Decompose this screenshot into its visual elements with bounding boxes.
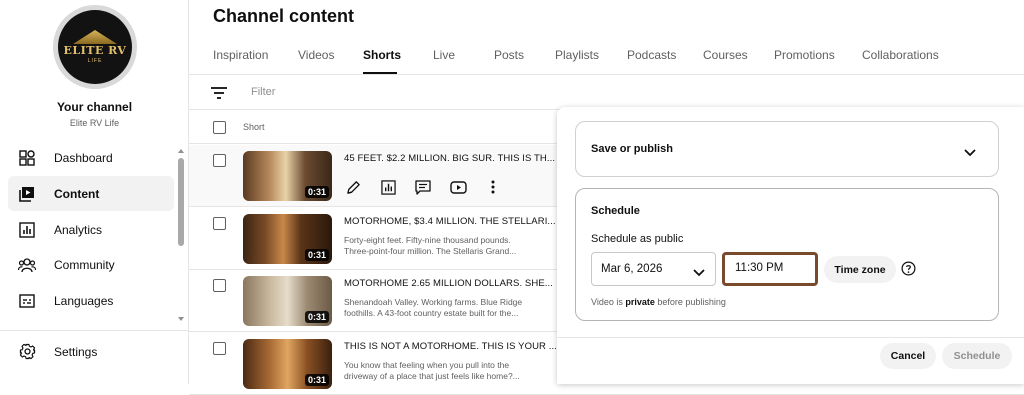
video-description-line: Shenandoah Valley. Working farms. Blue R… — [344, 297, 523, 307]
select-all-checkbox[interactable] — [213, 121, 226, 134]
logo-text: ELITE RV — [63, 44, 127, 57]
channel-avatar[interactable]: ELITE RV LIFE — [53, 5, 137, 89]
dashboard-icon — [18, 149, 36, 167]
tab-playlists[interactable]: Playlists — [555, 40, 627, 74]
sidebar-item-label: Analytics — [54, 222, 103, 237]
row-actions — [344, 178, 519, 196]
tab-collaborations[interactable]: Collaborations — [862, 40, 962, 74]
save-or-publish-section[interactable]: Save or publish — [575, 121, 999, 177]
chevron-down-icon — [693, 264, 705, 282]
tab-live[interactable]: Live — [433, 40, 494, 74]
logo-roof-icon — [73, 30, 117, 44]
tab-shorts[interactable]: Shorts — [363, 40, 401, 74]
visibility-panel: Save or publish Schedule Schedule as pub… — [557, 107, 1024, 384]
cancel-button[interactable]: Cancel — [880, 343, 936, 369]
sidebar-item-dashboard[interactable]: Dashboard — [8, 140, 174, 175]
video-thumbnail[interactable]: 0:31 — [243, 276, 332, 326]
note-private: private — [625, 297, 655, 307]
filter-input[interactable]: Filter — [251, 86, 275, 98]
tab-promotions[interactable]: Promotions — [774, 40, 862, 74]
video-description: Forty-eight feet. Fifty-nine thousand po… — [344, 235, 516, 257]
analytics-icon — [18, 221, 36, 239]
tab-inspiration[interactable]: Inspiration — [213, 40, 298, 74]
sidebar-item-community[interactable]: Community — [8, 247, 174, 282]
sidebar-item-label: Content — [54, 186, 100, 201]
video-description: Shenandoah Valley. Working farms. Blue R… — [344, 297, 522, 319]
filter-bar: Filter — [189, 75, 1024, 110]
video-description-line: Three-point-four million. The Stellaris … — [344, 246, 517, 256]
filter-icon[interactable] — [211, 86, 227, 100]
video-thumbnail[interactable]: 0:31 — [243, 339, 332, 389]
sidebar-scrollbar[interactable] — [178, 158, 184, 246]
video-title[interactable]: MOTORHOME, $3.4 MILLION. THE STELLARI... — [344, 216, 556, 227]
scroll-up-icon[interactable] — [178, 149, 184, 153]
analytics-icon[interactable] — [379, 178, 397, 196]
edit-pencil-icon[interactable] — [344, 178, 362, 196]
channel-name: Elite RV Life — [69, 118, 120, 128]
schedule-section: Schedule Schedule as public Mar 6, 2026 … — [575, 188, 999, 321]
video-duration: 0:31 — [304, 374, 329, 386]
date-value: Mar 6, 2026 — [601, 263, 663, 275]
schedule-title: Schedule — [591, 205, 640, 217]
sidebar-item-label: Languages — [54, 293, 114, 308]
sidebar-item-settings[interactable]: Settings — [8, 334, 174, 369]
logo-subtext: LIFE — [87, 58, 103, 64]
video-description-line: foothills. A 43-foot country estate buil… — [344, 308, 519, 318]
save-or-publish-label: Save or publish — [591, 143, 673, 155]
date-dropdown[interactable]: Mar 6, 2026 — [591, 252, 716, 286]
your-channel-label: Your channel — [56, 100, 133, 114]
video-duration: 0:31 — [304, 186, 329, 198]
sidebar-item-label: Community — [54, 257, 115, 272]
video-thumbnail[interactable]: 0:31 — [243, 214, 332, 264]
channel-logo: ELITE RV LIFE — [58, 10, 132, 84]
tab-posts[interactable]: Posts — [494, 40, 555, 74]
chevron-down-icon[interactable] — [964, 144, 976, 162]
schedule-subtitle: Schedule as public — [591, 233, 684, 245]
video-title[interactable]: THIS IS NOT A MOTORHOME. THIS IS YOUR ..… — [344, 341, 557, 352]
tab-courses[interactable]: Courses — [703, 40, 774, 74]
content-icon — [18, 185, 36, 203]
schedule-button[interactable]: Schedule — [942, 343, 1012, 369]
schedule-note: Video is private before publishing — [591, 297, 726, 307]
row-checkbox[interactable] — [213, 342, 226, 355]
video-description-line: Forty-eight feet. Fifty-nine thousand po… — [344, 235, 511, 245]
more-options-icon[interactable] — [484, 178, 502, 196]
youtube-play-icon[interactable] — [449, 178, 467, 196]
video-description: You know that feeling when you pull into… — [344, 360, 520, 382]
community-icon — [18, 256, 36, 274]
row-checkbox[interactable] — [213, 217, 226, 230]
languages-icon — [18, 292, 36, 310]
time-value: 11:30 PM — [735, 262, 784, 274]
column-header-short[interactable]: Short — [243, 122, 265, 132]
time-input[interactable]: 11:30 PM — [722, 252, 818, 286]
video-duration: 0:31 — [304, 249, 329, 261]
panel-footer-divider — [557, 337, 1024, 338]
sidebar-item-label: Dashboard — [54, 150, 113, 165]
content-tabs: Inspiration Videos Shorts Live Posts Pla… — [213, 40, 962, 74]
video-title[interactable]: MOTORHOME 2.65 MILLION DOLLARS. SHE... — [344, 278, 553, 289]
video-duration: 0:31 — [304, 311, 329, 323]
video-description-line: driveway of a place that just feels like… — [344, 371, 520, 381]
sidebar: ELITE RV LIFE Your channel Elite RV Life… — [0, 0, 189, 384]
video-description-line: You know that feeling when you pull into… — [344, 360, 510, 370]
row-checkbox[interactable] — [213, 279, 226, 292]
tab-videos[interactable]: Videos — [298, 40, 363, 74]
tab-podcasts[interactable]: Podcasts — [627, 40, 703, 74]
scroll-down-icon[interactable] — [178, 317, 184, 321]
sidebar-item-content[interactable]: Content — [8, 176, 174, 211]
row-checkbox[interactable] — [213, 154, 226, 167]
help-icon[interactable] — [901, 261, 916, 276]
note-suffix: before publishing — [654, 297, 726, 307]
sidebar-item-analytics[interactable]: Analytics — [8, 212, 174, 247]
video-thumbnail[interactable]: 0:31 — [243, 151, 332, 201]
video-title[interactable]: 45 FEET. $2.2 MILLION. BIG SUR. THIS IS … — [344, 153, 555, 164]
time-zone-button[interactable]: Time zone — [824, 256, 896, 283]
note-prefix: Video is — [591, 297, 626, 307]
page-title: Channel content — [213, 6, 355, 26]
comments-icon[interactable] — [414, 178, 432, 196]
sidebar-item-label: Settings — [54, 344, 98, 359]
sidebar-item-languages[interactable]: Languages — [8, 283, 174, 318]
sidebar-divider — [0, 330, 189, 331]
gear-icon — [18, 343, 36, 361]
